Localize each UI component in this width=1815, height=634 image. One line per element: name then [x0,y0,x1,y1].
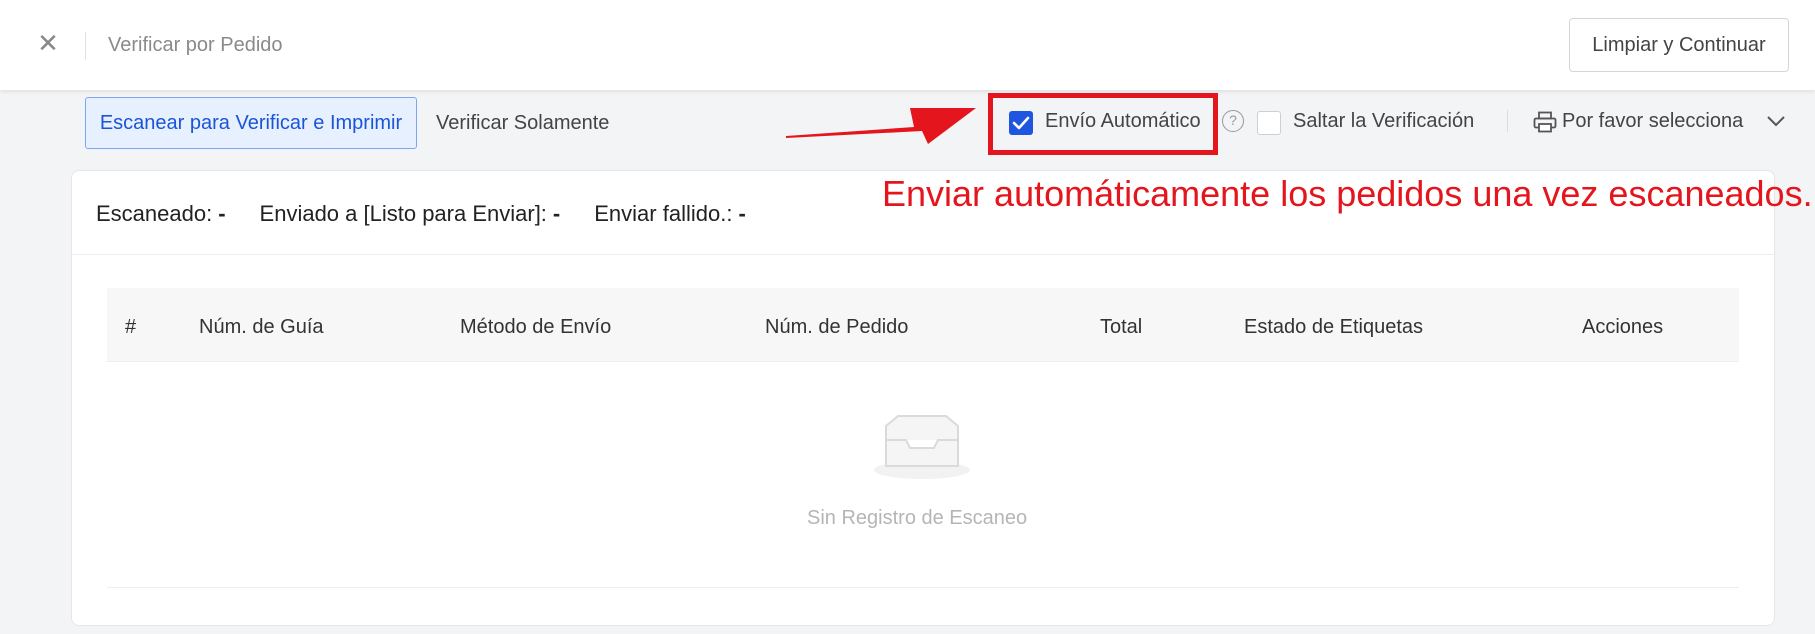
column-header: Núm. de Pedido [765,316,909,338]
close-icon[interactable]: ✕ [34,30,62,58]
empty-state-text: Sin Registro de Escaneo [807,507,1028,529]
column-header: # [125,316,137,338]
column-header: Estado de Etiquetas [1244,316,1424,338]
clear-and-continue-button[interactable]: Limpiar y Continuar [1569,18,1789,72]
printer-icon [1533,111,1557,133]
help-icon[interactable]: ? [1222,110,1244,132]
annotation-text: Enviar automáticamente los pedidos una v… [882,173,1813,214]
divider [107,587,1739,588]
auto-ship-label[interactable]: Envío Automático [1045,110,1201,133]
checkmark-icon [1012,116,1030,130]
scan-panel [71,170,1775,626]
divider [1507,110,1508,132]
stat-failed: Enviar fallido.: - [594,201,746,226]
column-header: Acciones [1582,316,1664,338]
tab-verify-only[interactable]: Verificar Solamente [436,112,609,135]
page-title: Verificar por Pedido [108,34,283,56]
column-header: Método de Envío [460,316,612,338]
top-bar: ✕ Verificar por Pedido Limpiar y Continu… [0,0,1815,90]
stat-scanned: Escaneado: - [96,201,226,226]
divider [72,254,1774,255]
column-header: Total [1100,316,1143,338]
chevron-down-icon[interactable] [1766,114,1786,128]
table-header: # Núm. de Guía Método de Envío Núm. de P… [107,288,1739,362]
red-arrow-annotation [786,108,976,144]
inbox-icon [874,415,970,479]
printer-select[interactable]: Por favor selecciona [1562,110,1743,133]
divider [85,32,86,60]
skip-verification-label[interactable]: Saltar la Verificación [1293,110,1474,133]
column-header: Núm. de Guía [199,316,324,338]
scan-stats: Escaneado: - Enviado a [Listo para Enviar… [96,201,746,227]
skip-verification-checkbox[interactable] [1257,111,1281,135]
auto-ship-checkbox[interactable] [1009,111,1033,135]
stat-sent-ready: Enviado a [Listo para Enviar]: - [259,201,561,226]
tab-scan-verify-print[interactable]: Escanear para Verificar e Imprimir [85,97,417,149]
